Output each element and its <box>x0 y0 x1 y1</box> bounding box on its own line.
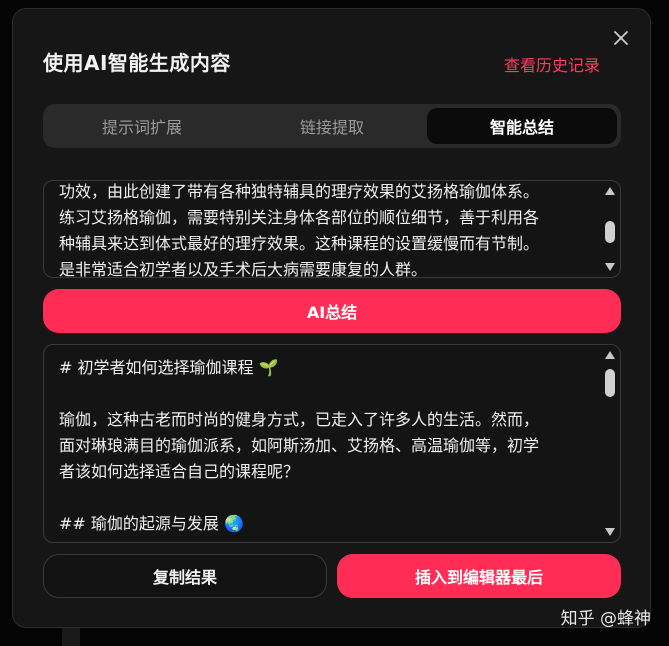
source-scrollbar[interactable] <box>602 183 618 275</box>
scroll-up-arrow-icon[interactable] <box>605 351 615 359</box>
ai-summarize-button[interactable]: AI总结 <box>43 289 621 333</box>
tab-prompt-expand[interactable]: 提示词扩展 <box>47 108 237 144</box>
zhihu-watermark: 知乎 @蜂神 <box>560 609 651 629</box>
scroll-thumb[interactable] <box>605 221 615 243</box>
insert-to-editor-button[interactable]: 插入到编辑器最后 <box>337 554 621 598</box>
result-scrollbar[interactable] <box>602 347 618 540</box>
ai-content-dialog: 使用AI智能生成内容 查看历史记录 提示词扩展 链接提取 智能总结 功效，由此创… <box>12 8 651 628</box>
scroll-thumb[interactable] <box>605 369 615 397</box>
tab-link-extract[interactable]: 链接提取 <box>237 108 427 144</box>
result-text-area[interactable]: # 初学者如何选择瑜伽课程 🌱 瑜伽，这种古老而时尚的健身方式，已走入了许多人的… <box>43 344 621 543</box>
background-element <box>62 626 80 646</box>
scroll-up-arrow-icon[interactable] <box>605 187 615 195</box>
close-icon[interactable] <box>610 27 632 49</box>
source-text: 功效，由此创建了带有各种独特辅具的理疗效果的艾扬格瑜伽体系。 练习艾扬格瑜伽，需… <box>59 182 540 278</box>
dialog-title: 使用AI智能生成内容 <box>43 51 231 75</box>
mode-tabs: 提示词扩展 链接提取 智能总结 <box>43 104 621 148</box>
tab-smart-summary[interactable]: 智能总结 <box>427 108 617 144</box>
copy-result-button[interactable]: 复制结果 <box>43 554 327 598</box>
scroll-down-arrow-icon[interactable] <box>605 263 615 271</box>
result-text: # 初学者如何选择瑜伽课程 🌱 瑜伽，这种古老而时尚的健身方式，已走入了许多人的… <box>59 358 540 533</box>
view-history-link[interactable]: 查看历史记录 <box>504 52 600 76</box>
scroll-down-arrow-icon[interactable] <box>605 528 615 536</box>
source-text-area[interactable]: 功效，由此创建了带有各种独特辅具的理疗效果的艾扬格瑜伽体系。 练习艾扬格瑜伽，需… <box>43 180 621 278</box>
